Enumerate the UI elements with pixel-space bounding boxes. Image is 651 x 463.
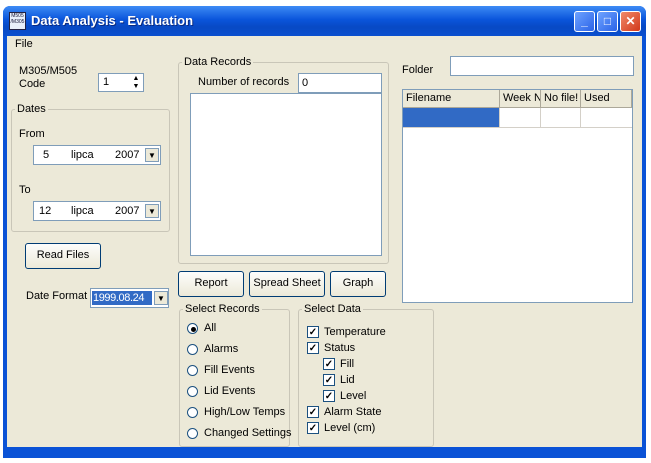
radio-icon[interactable] bbox=[187, 365, 198, 376]
chevron-down-icon[interactable]: ▼ bbox=[145, 148, 159, 162]
radio-label: High/Low Temps bbox=[204, 406, 286, 418]
check-icon[interactable]: ✓ bbox=[307, 422, 319, 434]
check-icon[interactable]: ✓ bbox=[323, 374, 335, 386]
checkbox-label: Level (cm) bbox=[324, 422, 376, 434]
spin-up-icon[interactable]: ▲ bbox=[130, 75, 142, 83]
report-button[interactable]: Report bbox=[178, 271, 244, 297]
dates-legend: Dates bbox=[17, 103, 46, 115]
cell-divider bbox=[580, 108, 581, 127]
check-icon[interactable]: ✓ bbox=[307, 342, 319, 354]
records-count-label: Number of records bbox=[198, 76, 290, 88]
select-data-legend: Select Data bbox=[304, 303, 361, 315]
to-date-picker[interactable]: 12 lipca 2007 ▼ bbox=[33, 201, 161, 221]
radio-label: Lid Events bbox=[204, 385, 256, 397]
code-spinner[interactable]: 1 ▲ ▼ bbox=[98, 73, 144, 92]
radio-label: Alarms bbox=[204, 343, 239, 355]
table-row[interactable] bbox=[403, 108, 632, 128]
radio-selected-icon[interactable] bbox=[187, 323, 198, 334]
to-label: To bbox=[19, 184, 31, 196]
to-day: 12 bbox=[39, 205, 52, 217]
records-count-field[interactable]: 0 bbox=[298, 73, 382, 93]
from-date-picker[interactable]: 5 lipca 2007 ▼ bbox=[33, 145, 161, 165]
checkbox-label: Level bbox=[340, 390, 367, 402]
select-records-legend: Select Records bbox=[185, 303, 260, 315]
file-table[interactable]: Filename Week N No file! Used bbox=[402, 89, 633, 303]
column-header-filename[interactable]: Filename bbox=[403, 90, 500, 108]
chevron-down-icon[interactable]: ▼ bbox=[154, 291, 168, 305]
cell-divider bbox=[499, 108, 500, 127]
data-records-legend: Data Records bbox=[184, 56, 252, 68]
to-year: 2007 bbox=[115, 205, 140, 217]
radio-label: Fill Events bbox=[204, 364, 255, 376]
date-format-value: 1999.08.24 bbox=[92, 291, 152, 305]
radio-icon[interactable] bbox=[187, 386, 198, 397]
code-label-line1: M305/M505 bbox=[19, 65, 78, 77]
spin-down-icon[interactable]: ▼ bbox=[130, 83, 142, 91]
check-icon[interactable]: ✓ bbox=[323, 358, 335, 370]
minimize-icon: _ bbox=[581, 14, 588, 28]
graph-button[interactable]: Graph bbox=[330, 271, 386, 297]
chevron-down-icon[interactable]: ▼ bbox=[145, 204, 159, 218]
from-day: 5 bbox=[43, 149, 50, 161]
from-month: lipca bbox=[71, 149, 94, 161]
check-icon[interactable]: ✓ bbox=[307, 326, 319, 338]
check-icon[interactable]: ✓ bbox=[323, 390, 335, 402]
radio-label: All bbox=[204, 322, 217, 334]
code-value: 1 bbox=[103, 76, 110, 88]
checkbox-label: Temperature bbox=[324, 326, 386, 338]
close-icon: ✕ bbox=[625, 14, 636, 28]
read-files-button[interactable]: Read Files bbox=[25, 243, 101, 269]
folder-input[interactable] bbox=[450, 56, 634, 76]
checkbox-label: Lid bbox=[340, 374, 355, 386]
records-list[interactable] bbox=[190, 93, 382, 256]
window-title: Data Analysis - Evaluation bbox=[31, 13, 194, 28]
from-year: 2007 bbox=[115, 149, 140, 161]
to-month: lipca bbox=[71, 205, 94, 217]
menu-file[interactable]: File bbox=[15, 38, 33, 50]
column-header-no-file[interactable]: No file! bbox=[541, 90, 581, 108]
folder-label: Folder bbox=[402, 64, 434, 76]
column-header-week[interactable]: Week N bbox=[500, 90, 541, 108]
minimize-button[interactable]: _ bbox=[574, 11, 595, 32]
code-label-line2: Code bbox=[19, 78, 46, 90]
from-label: From bbox=[19, 128, 45, 140]
close-button[interactable]: ✕ bbox=[620, 11, 641, 32]
spreadsheet-button[interactable]: Spread Sheet bbox=[249, 271, 325, 297]
maximize-icon: □ bbox=[603, 14, 612, 28]
radio-icon[interactable] bbox=[187, 344, 198, 355]
column-header-used[interactable]: Used bbox=[581, 90, 632, 108]
checkbox-label: Status bbox=[324, 342, 356, 354]
date-format-select[interactable]: 1999.08.24 ▼ bbox=[90, 288, 169, 308]
records-count-value: 0 bbox=[302, 77, 309, 89]
radio-icon[interactable] bbox=[187, 428, 198, 439]
maximize-button[interactable]: □ bbox=[597, 11, 618, 32]
radio-icon[interactable] bbox=[187, 407, 198, 418]
table-cell-selected[interactable] bbox=[403, 108, 499, 127]
checkbox-label: Fill bbox=[340, 358, 355, 370]
checkbox-label: Alarm State bbox=[324, 406, 382, 418]
radio-label: Changed Settings bbox=[204, 427, 292, 439]
app-icon[interactable]: M505 /M305 bbox=[9, 12, 26, 30]
cell-divider bbox=[540, 108, 541, 127]
check-icon[interactable]: ✓ bbox=[307, 406, 319, 418]
date-format-label: Date Format bbox=[26, 290, 88, 302]
